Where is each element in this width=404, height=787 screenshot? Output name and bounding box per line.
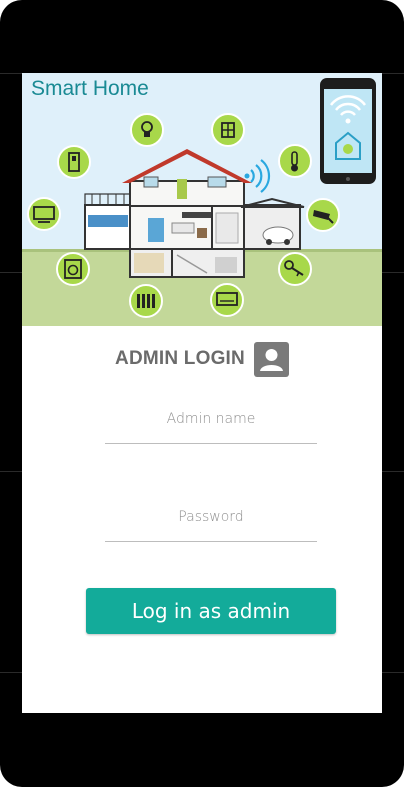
bezel-divider — [382, 272, 404, 273]
chair — [197, 228, 207, 238]
radiator-icon — [129, 284, 163, 318]
bezel-divider — [0, 672, 22, 673]
password-field — [105, 497, 317, 542]
basement-shelf — [134, 253, 164, 273]
bezel-divider — [382, 73, 404, 74]
living-room-sofa — [171, 222, 195, 234]
washing-machine-icon — [56, 252, 90, 286]
smart-home-house-illustration — [22, 78, 382, 326]
staircase — [215, 212, 239, 244]
living-room-tv — [182, 212, 212, 218]
light-switch-icon — [57, 145, 91, 179]
smartphone-icon — [320, 78, 376, 184]
upstairs-door — [177, 179, 187, 199]
bezel-divider — [382, 471, 404, 472]
security-camera-icon — [306, 198, 340, 232]
admin-name-input[interactable] — [105, 401, 317, 437]
bezel-divider — [0, 73, 22, 74]
upstairs-window-right — [207, 176, 227, 188]
wifi-icon — [244, 159, 271, 193]
app-screen: Smart Home ADMIN LOGIN Log in as admin — [22, 73, 382, 713]
lightbulb-icon — [130, 113, 164, 147]
bezel-divider — [0, 272, 22, 273]
device-frame: Smart Home ADMIN LOGIN Log in as admin — [0, 0, 404, 787]
password-input[interactable] — [105, 499, 317, 535]
bezel-divider — [382, 672, 404, 673]
login-header: ADMIN LOGIN — [22, 339, 382, 379]
living-room-fridge — [148, 218, 164, 242]
bezel-divider — [0, 471, 22, 472]
smart-home-banner: Smart Home — [22, 73, 382, 326]
admin-user-icon — [253, 341, 289, 377]
kitchen-counter — [88, 215, 128, 227]
house-roof — [122, 149, 252, 183]
login-title: ADMIN LOGIN — [115, 348, 245, 369]
tv-icon — [27, 197, 61, 231]
app-title: Smart Home — [31, 77, 149, 100]
basement-boiler — [215, 257, 237, 273]
thermometer-icon — [278, 144, 312, 178]
upstairs-window-left — [143, 176, 159, 188]
admin-name-field — [105, 399, 317, 444]
air-conditioner-icon — [210, 283, 244, 317]
login-button[interactable]: Log in as admin — [86, 588, 336, 634]
key-icon — [278, 252, 312, 286]
window-icon — [211, 113, 245, 147]
